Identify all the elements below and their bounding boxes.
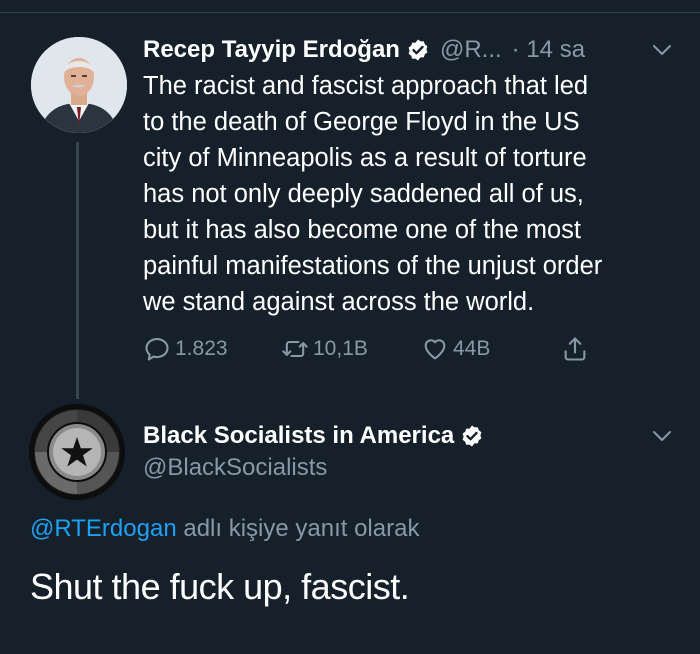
reply-count: 1.823 <box>175 337 228 360</box>
tweet-text-line: painful manifestations of the unjust ord… <box>143 252 603 280</box>
tweet-text-line: we stand against across the world. <box>143 288 535 316</box>
verified-badge-icon <box>462 425 482 447</box>
retweet-icon <box>282 340 308 358</box>
share-icon <box>564 337 586 361</box>
tweet-actions: 1.823 10,1B 44B <box>143 332 603 366</box>
tweet-text: Shut the fuck up, fascist. <box>30 566 410 607</box>
thread-line <box>76 142 79 399</box>
tweet-text: The racist and fascist approach that led… <box>143 68 683 320</box>
tweet-header: Black Socialists in America <box>143 420 484 452</box>
chevron-down-icon[interactable] <box>650 424 674 448</box>
author-name[interactable]: Black Socialists in America <box>143 422 454 450</box>
avatar[interactable] <box>31 37 127 133</box>
reply-context-text: adlı kişiye yanıt olarak <box>176 515 420 542</box>
author-name[interactable]: Recep Tayyip Erdoğan <box>143 36 400 64</box>
retweet-count: 10,1B <box>313 337 368 360</box>
like-icon <box>424 339 446 360</box>
reply-mention-link[interactable]: @RTErdogan <box>30 515 177 542</box>
verified-badge-icon <box>408 39 428 61</box>
chevron-down-icon[interactable] <box>650 38 674 62</box>
tweet-header: Recep Tayyip Erdoğan @R... · 14 sa <box>143 34 585 66</box>
like-button[interactable]: 44B <box>421 335 490 363</box>
author-handle[interactable]: @R... <box>440 36 502 64</box>
author-handle[interactable]: @BlackSocialists <box>143 454 327 482</box>
top-divider <box>0 12 700 13</box>
tweet-text-line: has not only deeply saddened all of us, <box>143 180 584 208</box>
timestamp[interactable]: · 14 sa <box>512 36 585 64</box>
reply-icon <box>145 338 169 361</box>
tweet-text-line: to the death of George Floyd in the US <box>143 108 580 136</box>
person-avatar-icon <box>31 37 127 133</box>
reply-context: @RTErdogan adlı kişiye yanıt olarak <box>30 515 419 543</box>
avatar[interactable] <box>29 404 125 500</box>
star-logo-icon <box>29 404 125 500</box>
tweet-text-line: city of Minneapolis as a result of tortu… <box>143 144 587 172</box>
retweet-button[interactable]: 10,1B <box>281 335 368 363</box>
share-button[interactable] <box>561 335 593 363</box>
reply-button[interactable]: 1.823 <box>143 335 228 363</box>
like-count: 44B <box>453 337 491 360</box>
tweet-text-line: The racist and fascist approach that led <box>143 72 589 100</box>
tweet-text-line: but it has also become one of the most <box>143 216 582 244</box>
